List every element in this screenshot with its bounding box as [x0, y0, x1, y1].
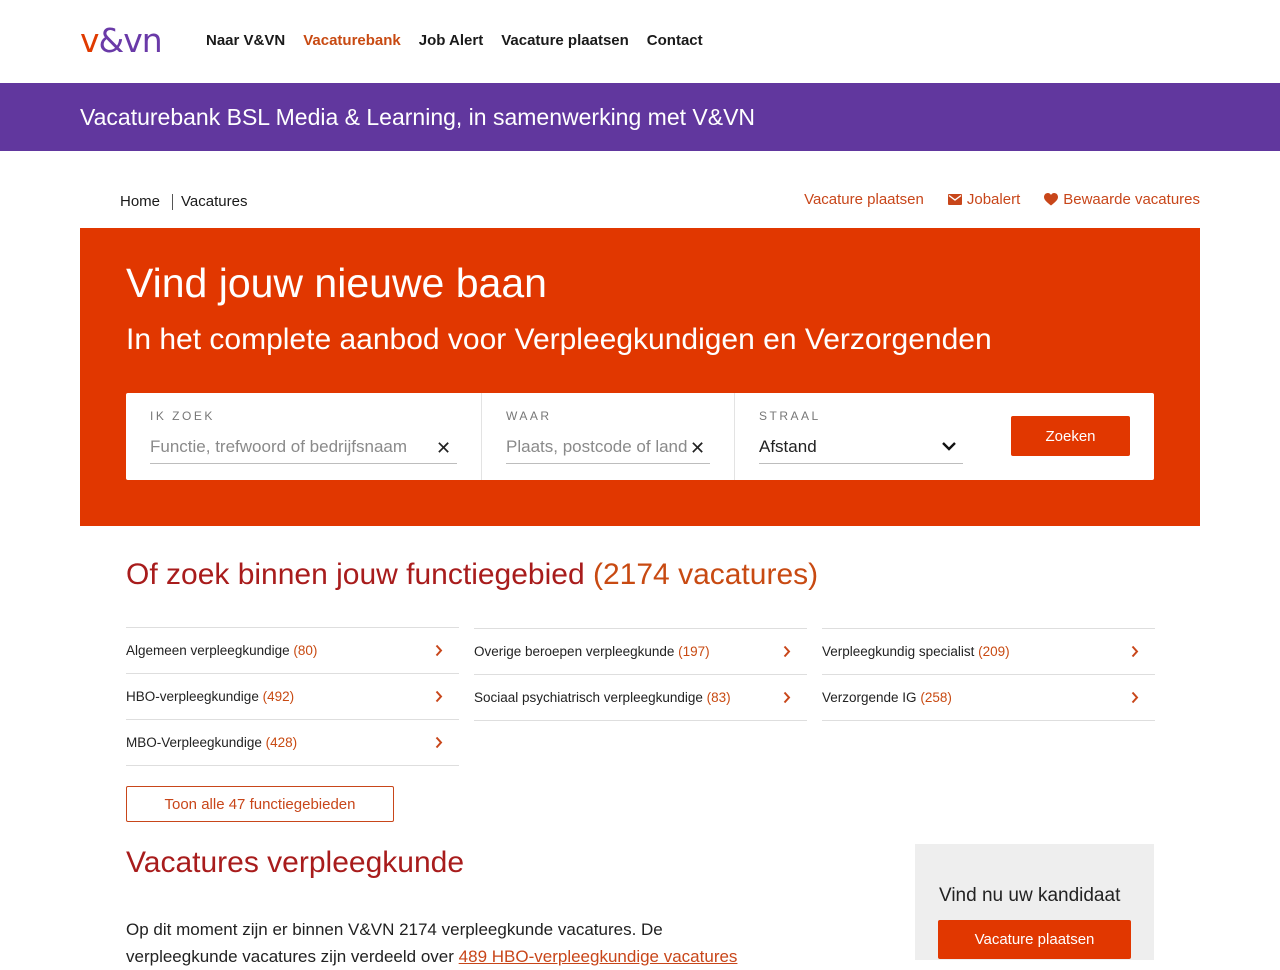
post-vacancy-button[interactable]: Vacature plaatsen	[938, 920, 1131, 959]
radius-select-value: Afstand	[759, 437, 817, 456]
chevron-right-icon	[435, 690, 443, 703]
main-menu: Naar V&VN Vacaturebank Job Alert Vacatur…	[206, 31, 721, 51]
heart-icon	[1044, 193, 1059, 206]
what-input[interactable]	[150, 431, 457, 464]
function-area-label: HBO-verpleegkundige	[126, 689, 259, 704]
chevron-right-icon	[1131, 691, 1139, 704]
field-divider	[481, 393, 482, 480]
quicklink-bewaarde-vacatures[interactable]: Bewaarde vacatures	[1044, 191, 1200, 208]
function-area-label: Algemeen verpleegkundige	[126, 643, 290, 658]
breadcrumb: Home Vacatures	[120, 193, 247, 210]
function-area-label: Verpleegkundig specialist	[822, 644, 975, 659]
hero-title: Vind jouw nieuwe baan	[126, 260, 547, 306]
function-area-label: MBO-Verpleegkundige	[126, 735, 262, 750]
function-area-count: (258)	[920, 690, 952, 705]
function-areas-column-2: Overige beroepen verpleegkunde (197) Soc…	[474, 628, 807, 721]
chevron-right-icon	[435, 644, 443, 657]
function-area-count: (209)	[978, 644, 1010, 659]
quicklink-jobalert-label: Jobalert	[966, 191, 1021, 208]
hero-subtitle: In het complete aanbod voor Verpleegkund…	[126, 323, 992, 356]
what-field: IK ZOEK ✕	[150, 393, 457, 480]
nav-link-naar-vvn[interactable]: Naar V&VN	[206, 31, 285, 51]
quicklink-jobalert[interactable]: Jobalert	[947, 191, 1021, 208]
clear-what-icon[interactable]: ✕	[436, 439, 451, 457]
function-area-count: (197)	[678, 644, 710, 659]
function-area-count: (80)	[293, 643, 318, 658]
quicklink-bewaarde-vacatures-label: Bewaarde vacatures	[1063, 191, 1200, 208]
banner-title: Vacaturebank BSL Media & Learning, in sa…	[80, 104, 756, 130]
function-area-item[interactable]: Sociaal psychiatrisch verpleegkundige (8…	[474, 674, 807, 721]
site-banner: Vacaturebank BSL Media & Learning, in sa…	[0, 83, 1280, 151]
breadcrumb-home[interactable]: Home	[120, 193, 160, 210]
function-area-label: Overige beroepen verpleegkunde	[474, 644, 675, 659]
radius-select[interactable]: Afstand	[759, 431, 963, 464]
where-input[interactable]	[506, 431, 710, 464]
where-field: WAAR ✕	[506, 393, 710, 480]
vacatures-section-title: Vacatures verpleegkunde	[126, 846, 464, 879]
show-all-function-areas-button[interactable]: Toon alle 47 functiegebieden	[126, 786, 394, 822]
logo-v: v	[80, 21, 100, 60]
radius-label: STRAAL	[759, 409, 821, 423]
logo-ampersand: &	[98, 21, 125, 60]
vvn-logo[interactable]: v&vn	[80, 24, 176, 58]
breadcrumb-current: Vacatures	[181, 193, 248, 210]
quicklink-vacature-plaatsen[interactable]: Vacature plaatsen	[804, 191, 924, 208]
chevron-right-icon	[783, 645, 791, 658]
chevron-right-icon	[1131, 645, 1139, 658]
function-area-item[interactable]: Verpleegkundig specialist (209)	[822, 628, 1155, 674]
function-area-item[interactable]: Verzorgende IG (258)	[822, 674, 1155, 721]
logo-vn: vn	[123, 21, 162, 60]
nav-link-vacature-plaatsen[interactable]: Vacature plaatsen	[501, 31, 629, 51]
function-area-count: (492)	[262, 689, 295, 704]
top-navigation: v&vn Naar V&VN Vacaturebank Job Alert Va…	[0, 0, 1280, 83]
quicklink-vacature-plaatsen-label: Vacature plaatsen	[804, 191, 924, 208]
vacatures-intro-text: Op dit moment zijn er binnen V&VN 2174 v…	[126, 916, 806, 970]
function-areas-column-1: Algemeen verpleegkundige (80) HBO-verple…	[126, 627, 459, 766]
function-area-item[interactable]: HBO-verpleegkundige (492)	[126, 673, 459, 719]
function-area-item[interactable]: Algemeen verpleegkundige (80)	[126, 627, 459, 673]
search-hero: Vind jouw nieuwe baan In het complete aa…	[80, 228, 1200, 526]
what-label: IK ZOEK	[150, 409, 215, 423]
breadcrumb-separator	[172, 193, 174, 210]
function-area-item[interactable]: Overige beroepen verpleegkunde (197)	[474, 628, 807, 674]
function-area-item[interactable]: MBO-Verpleegkundige (428)	[126, 719, 459, 766]
vacatures-text-line-1: Op dit moment zijn er binnen V&VN 2174 v…	[126, 920, 663, 939]
radius-field: STRAAL Afstand	[759, 393, 963, 480]
where-label: WAAR	[506, 409, 552, 423]
nav-link-contact[interactable]: Contact	[647, 31, 703, 51]
hbo-vacatures-link[interactable]: 489 HBO-verpleegkundige vacatures	[459, 947, 738, 966]
function-areas-title: Of zoek binnen jouw functiegebied (2174 …	[126, 555, 818, 595]
function-area-count: (428)	[265, 735, 298, 750]
function-areas-column-3: Verpleegkundig specialist (209) Verzorge…	[822, 628, 1155, 721]
chevron-right-icon	[783, 691, 791, 704]
function-areas-total: (2174 vacatures)	[593, 558, 819, 591]
function-area-label: Sociaal psychiatrisch verpleegkundige	[474, 690, 703, 705]
employer-cta-panel: Vind nu uw kandidaat Vacature plaatsen	[915, 844, 1154, 960]
job-search-form: IK ZOEK ✕ WAAR ✕ STRAAL Afstand Zoeken	[126, 393, 1154, 480]
function-area-count: (83)	[706, 690, 731, 705]
chevron-down-icon	[942, 442, 956, 451]
field-divider	[734, 393, 735, 480]
clear-where-icon[interactable]: ✕	[690, 439, 705, 457]
search-button[interactable]: Zoeken	[1011, 416, 1130, 456]
nav-link-job-alert[interactable]: Job Alert	[419, 31, 483, 51]
function-area-label: Verzorgende IG	[822, 690, 917, 705]
vacatures-text-line-2: verpleegkunde vacatures zijn verdeeld ov…	[126, 947, 454, 966]
chevron-right-icon	[435, 736, 443, 749]
employer-cta-title: Vind nu uw kandidaat	[939, 885, 1121, 906]
function-areas-title-text: Of zoek binnen jouw functiegebied	[126, 558, 585, 591]
envelope-icon	[947, 194, 962, 205]
nav-link-vacaturebank[interactable]: Vacaturebank	[303, 31, 401, 51]
quick-links: Vacature plaatsen Jobalert Bewaarde vaca…	[780, 191, 1200, 208]
